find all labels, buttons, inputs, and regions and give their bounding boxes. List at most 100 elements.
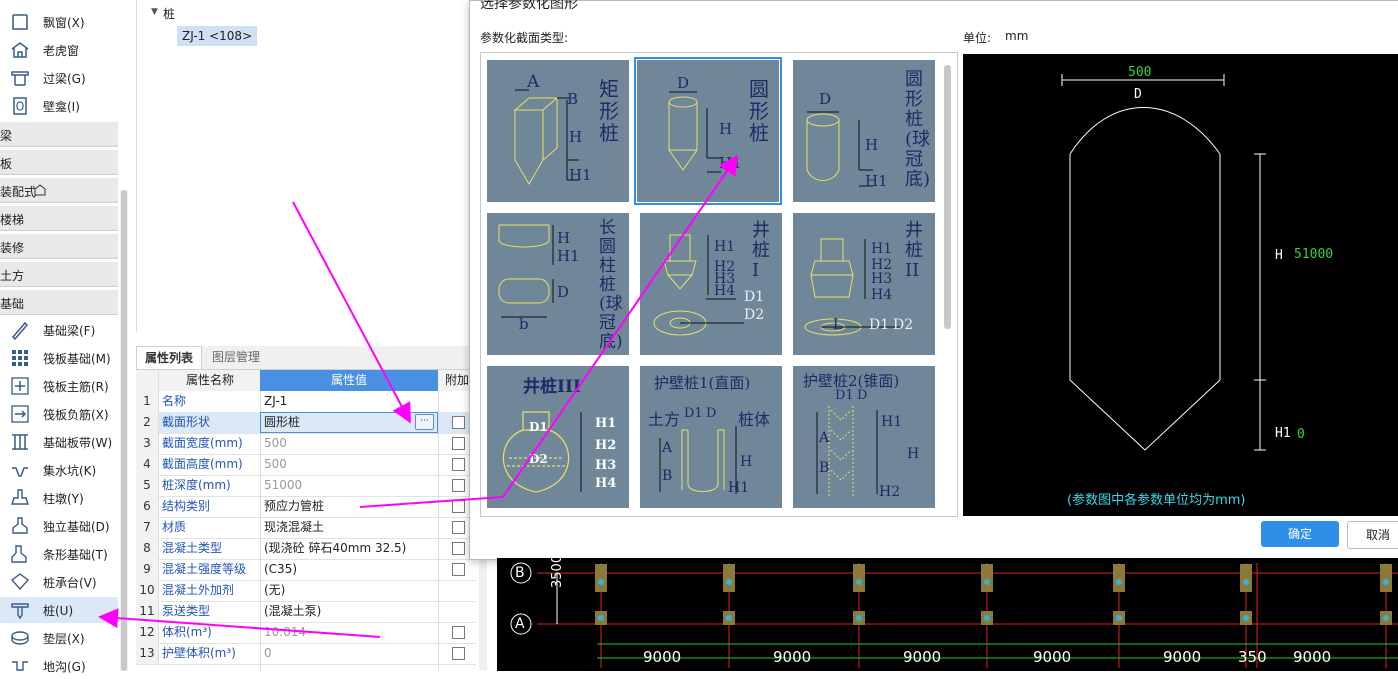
additional-checkbox[interactable] — [452, 500, 465, 513]
scrollbar-thumb[interactable] — [121, 190, 127, 671]
nav-item-strip-footing[interactable]: 条形基础(T) — [0, 541, 118, 567]
spacing-vertical: 3500 — [550, 554, 565, 588]
property-row[interactable]: 1 名称 ZJ-1 — [136, 391, 476, 413]
nav-category-foundation[interactable]: 基础 — [0, 290, 118, 315]
nav-item-foundation-strip[interactable]: 基础板带(W) — [0, 429, 118, 455]
property-value[interactable]: ZJ-1 — [264, 391, 287, 412]
nav-category-decoration[interactable]: 装修 — [0, 234, 118, 259]
property-name: 材质 — [162, 520, 187, 534]
property-row[interactable]: 3 截面宽度(mm) 500 — [136, 433, 476, 455]
property-name: 结构类别 — [162, 499, 211, 513]
nav-category-slab[interactable]: 板 — [0, 150, 118, 175]
property-row[interactable]: 11 泵送类型 (混凝土泵) — [136, 601, 476, 623]
property-name: 截面宽度(mm) — [162, 436, 243, 450]
preview-h-label: H — [1275, 248, 1283, 263]
cushion-icon — [11, 631, 29, 645]
nav-item-isolated-footing[interactable]: 独立基础(D) — [0, 513, 118, 539]
additional-checkbox[interactable] — [452, 563, 465, 576]
property-name: 混凝土类型 — [162, 541, 223, 555]
property-row[interactable]: 4 截面高度(mm) 500 — [136, 454, 476, 476]
nav-item-niche[interactable]: 壁龛(I) — [0, 93, 118, 119]
property-panel: 属性列表 图层管理 属性名称 属性值 附加 1 名称 ZJ-1 2 截面形状 圆形桩 3 截面… — [136, 346, 498, 671]
row-number: 1 — [136, 391, 159, 412]
span-label-2: 9000 — [773, 648, 812, 666]
tree-item-zj1[interactable]: ZJ-1 <108> — [177, 26, 258, 46]
property-value[interactable]: (混凝土泵) — [264, 601, 321, 622]
nav-item-column-pier[interactable]: 柱墩(Y) — [0, 485, 118, 511]
tile-label: 圆形桩(球冠底) — [905, 69, 931, 190]
span-label-5: 9000 — [1163, 648, 1202, 666]
property-row[interactable]: 9 混凝土强度等级 (C35) — [136, 559, 476, 581]
tile-round-pile-spherical[interactable]: D H H1 圆形桩(球冠底) — [793, 60, 935, 202]
additional-checkbox[interactable] — [452, 542, 465, 555]
nav-item-dormer[interactable]: 老虎窗 — [0, 37, 118, 63]
property-value[interactable]: 51000 — [264, 475, 302, 496]
tile-well-pile-1[interactable]: H1 H2 H3 H4 D1 D2 井桩I — [640, 213, 782, 355]
nav-category-stairs[interactable]: 楼梯 — [0, 206, 118, 231]
tile-oblong-pile[interactable]: H H1 D b 长圆柱桩(球冠底) — [487, 213, 629, 355]
property-name: 泵送类型 — [162, 604, 211, 618]
nav-item-foundation-beam[interactable]: 基础梁(F) — [0, 317, 118, 343]
property-value[interactable]: 500 — [264, 454, 287, 475]
nav-item-bay-window[interactable]: 飘窗(X) — [0, 9, 118, 35]
tab-property-list[interactable]: 属性列表 — [136, 346, 203, 369]
raft-main-rebar-icon — [11, 377, 29, 395]
bay-window-icon — [12, 14, 28, 30]
tile-label: 长圆柱桩(球冠底) — [599, 218, 623, 352]
row-number: 11 — [136, 601, 159, 622]
property-value[interactable]: 10.014 — [264, 622, 306, 643]
tile-label: 圆形桩 — [749, 77, 769, 145]
additional-checkbox[interactable] — [452, 521, 465, 534]
additional-checkbox[interactable] — [452, 416, 465, 429]
property-value[interactable]: 预应力管桩 — [264, 496, 324, 517]
nav-item-sump-pit[interactable]: 集水坑(K) — [0, 457, 118, 483]
property-value[interactable]: (C35) — [264, 559, 297, 580]
tab-layer-management[interactable]: 图层管理 — [204, 346, 268, 368]
property-row[interactable]: 13 护壁体积(m³) 0 — [136, 643, 476, 665]
nav-item-pile[interactable]: 桩(U) — [0, 597, 118, 623]
property-row[interactable]: 5 桩深度(mm) 51000 — [136, 475, 476, 497]
additional-checkbox[interactable] — [452, 437, 465, 450]
nav-item-raft-main-rebar[interactable]: 筏板主筋(R) — [0, 373, 118, 399]
property-value[interactable]: (现浇砼 碎石40mm 32.5) — [264, 538, 406, 559]
nav-item-pile-cap[interactable]: 桩承台(V) — [0, 569, 118, 595]
nav-category-beam[interactable]: 梁 — [0, 122, 118, 147]
tile-rectangular-pile[interactable]: A B H H1 矩形桩 — [487, 60, 629, 202]
nav-item-lintel[interactable]: 过梁(G) — [0, 65, 118, 91]
property-value[interactable]: 0 — [264, 643, 272, 664]
additional-checkbox[interactable] — [452, 479, 465, 492]
property-row[interactable]: 10 混凝土外加剂 (无) — [136, 580, 476, 602]
tile-round-pile[interactable]: D H H1 圆形桩 — [634, 57, 782, 205]
additional-checkbox[interactable] — [452, 626, 465, 639]
ok-button[interactable]: 确定 — [1261, 521, 1339, 547]
shape-preview: 500 D H 51000 H1 0 (参数图中各参数单位均为mm) — [963, 54, 1398, 516]
tile-retaining-pile-1[interactable]: 护壁桩1(直面) 土方 桩体 D1 D A B H H1 — [640, 366, 782, 508]
property-value[interactable]: 现浇混凝土 — [264, 517, 324, 538]
property-value[interactable]: 500 — [264, 433, 287, 454]
nav-item-cushion[interactable]: 垫层(X) — [0, 625, 118, 651]
tile-retaining-pile-2[interactable]: 护壁桩2(锥面) D1 D H1 A B H H2 — [793, 366, 935, 508]
nav-category-earthwork[interactable]: 土方 — [0, 262, 118, 287]
tree-root[interactable]: 桩 — [163, 5, 175, 22]
property-row[interactable]: 7 材质 现浇混凝土 — [136, 517, 476, 539]
dormer-icon — [11, 42, 29, 58]
cancel-button[interactable]: 取消 — [1347, 521, 1398, 549]
property-row[interactable]: 12 体积(m³) 10.014 — [136, 622, 476, 644]
additional-checkbox[interactable] — [452, 647, 465, 660]
tile-well-pile-3[interactable]: 井桩III D1 D2 H1 H2 H3 H4 — [487, 366, 629, 508]
additional-checkbox[interactable] — [452, 458, 465, 471]
nav-item-trench[interactable]: 地沟(G) — [0, 653, 118, 679]
nav-item-raft-foundation[interactable]: 筏板基础(M) — [0, 345, 118, 371]
left-nav-scrollbar[interactable] — [120, 190, 128, 671]
nav-item-raft-negative-rebar[interactable]: 筏板负筋(X) — [0, 401, 118, 427]
nav-category-prefab[interactable]: 装配式 — [0, 178, 118, 203]
property-row[interactable]: 6 结构类别 预应力管桩 — [136, 496, 476, 518]
shape-grid-scrollbar[interactable] — [944, 65, 951, 329]
unit-value: mm — [1005, 29, 1029, 43]
property-row[interactable]: 8 混凝土类型 (现浇砼 碎石40mm 32.5) — [136, 538, 476, 560]
property-value[interactable]: (无) — [264, 580, 285, 601]
tree-expand-icon[interactable]: ▼ — [151, 7, 158, 17]
tile-well-pile-2[interactable]: H1 H2 H3 H4 L D1 D2 井桩II — [793, 213, 935, 355]
cad-canvas[interactable]: B A 3500 9000 9000 9000 9000 9000 350 90… — [497, 554, 1398, 671]
row-number: 4 — [136, 454, 159, 475]
